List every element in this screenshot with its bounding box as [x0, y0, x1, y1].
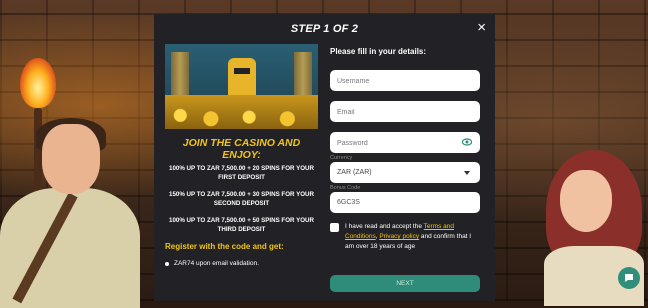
form-intro: Please fill in your details:: [330, 47, 427, 56]
registration-form: Please fill in your details: Currency ZA…: [330, 47, 480, 292]
username-field-wrapper: [330, 70, 480, 92]
terms-text: I have read and accept the Terms and Con…: [345, 223, 472, 250]
bullet-icon: [165, 261, 169, 266]
terms-consent: I have read and accept the Terms and Con…: [330, 222, 480, 252]
privacy-link[interactable]: Privacy policy: [379, 233, 419, 240]
banner-coins: [165, 95, 318, 129]
bonus-code-caption: Bonus Code: [330, 185, 361, 191]
username-input[interactable]: [330, 71, 447, 92]
reward-text: ZAR74 upon email validation.: [174, 260, 259, 267]
modal-header: STEP 1 OF 2 ×: [154, 14, 495, 44]
explorer-head: [42, 124, 100, 194]
currency-caption: Currency: [330, 155, 353, 161]
next-button[interactable]: NEXT: [330, 275, 480, 292]
currency-select[interactable]: ZAR (ZAR): [330, 162, 480, 183]
password-field-wrapper: [330, 132, 480, 154]
promo-banner-image: [165, 44, 318, 129]
eye-icon[interactable]: [462, 138, 472, 146]
explorer-character: [0, 118, 150, 308]
close-icon[interactable]: ×: [477, 20, 486, 36]
chat-icon[interactable]: [618, 267, 640, 289]
bonus-item: 150% UP TO ZAR 7,500.00 + 30 SPINS FOR Y…: [169, 191, 314, 207]
woman-face: [560, 170, 612, 232]
terms-checkbox[interactable]: [330, 223, 339, 232]
bonus-code-value: 6GC3S: [337, 199, 360, 206]
email-input[interactable]: [330, 102, 447, 123]
bonus-code-field[interactable]: 6GC3S: [330, 192, 480, 213]
bonus-item: 100% UP TO ZAR 7,500.00 + 50 SPINS FOR Y…: [169, 217, 314, 233]
currency-value: ZAR (ZAR): [337, 169, 372, 176]
chevron-down-icon: [464, 171, 470, 175]
torch-flame: [20, 58, 56, 108]
reward-item: ZAR74 upon email validation.: [165, 260, 318, 267]
password-input[interactable]: [330, 133, 447, 154]
bonus-list: 100% UP TO ZAR 7,500.00 + 20 SPINS FOR Y…: [165, 164, 318, 234]
step-title: STEP 1 OF 2: [290, 23, 359, 35]
email-field-wrapper: [330, 101, 480, 123]
register-heading: Register with the code and get:: [165, 242, 284, 251]
promo-panel: JOIN THE CASINO AND ENJOY: 100% UP TO ZA…: [165, 44, 318, 267]
bonus-item: 100% UP TO ZAR 7,500.00 + 20 SPINS FOR Y…: [169, 165, 314, 181]
promo-heading: JOIN THE CASINO AND ENJOY:: [182, 137, 301, 161]
registration-modal: STEP 1 OF 2 × JOIN THE CASINO AND ENJOY:…: [154, 14, 495, 301]
